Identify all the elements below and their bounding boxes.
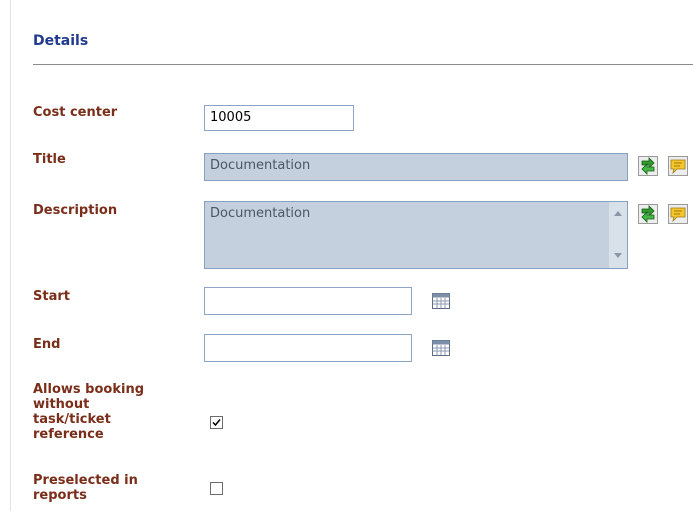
yellow-note-icon (670, 159, 686, 175)
description-scrollbar[interactable] (609, 202, 627, 268)
allows-booking-checkbox[interactable] (210, 416, 223, 429)
description-translate-button[interactable] (638, 204, 658, 224)
preselected-checkbox[interactable] (210, 482, 223, 495)
title-label: Title (33, 152, 66, 167)
allows-booking-label-line: Allows booking (33, 382, 145, 397)
cost-center-label: Cost center (33, 105, 118, 120)
preselected-label-line: Preselected in (33, 473, 138, 488)
end-label: End (33, 337, 61, 352)
section-title: Details (33, 33, 89, 49)
green-arrows-icon (641, 157, 655, 175)
allows-booking-label: Allows booking without task/ticket refer… (33, 382, 183, 442)
title-comment-button[interactable] (668, 156, 688, 176)
green-arrows-icon (641, 205, 655, 223)
preselected-label-line: reports (33, 488, 87, 503)
section-divider (33, 64, 693, 65)
description-text: Documentation (210, 206, 311, 221)
yellow-note-icon (670, 207, 686, 223)
end-date-input[interactable] (204, 334, 412, 362)
calendar-icon[interactable] (432, 340, 450, 356)
cost-center-input[interactable]: 10005 (204, 105, 354, 131)
scroll-up-arrow-icon[interactable] (614, 211, 622, 216)
checkmark-icon (212, 419, 221, 427)
description-label: Description (33, 203, 118, 218)
title-input[interactable]: Documentation (204, 153, 628, 181)
scroll-down-arrow-icon[interactable] (614, 253, 622, 258)
start-label: Start (33, 289, 70, 304)
preselected-label: Preselected in reports (33, 473, 183, 503)
title-translate-button[interactable] (638, 156, 658, 176)
allows-booking-label-line: task/ticket (33, 412, 111, 427)
left-border (10, 0, 11, 511)
allows-booking-label-line: reference (33, 427, 104, 442)
calendar-icon[interactable] (432, 293, 450, 309)
allows-booking-label-line: without (33, 397, 90, 412)
start-date-input[interactable] (204, 287, 412, 315)
description-textarea[interactable]: Documentation (204, 201, 628, 269)
description-comment-button[interactable] (668, 204, 688, 224)
